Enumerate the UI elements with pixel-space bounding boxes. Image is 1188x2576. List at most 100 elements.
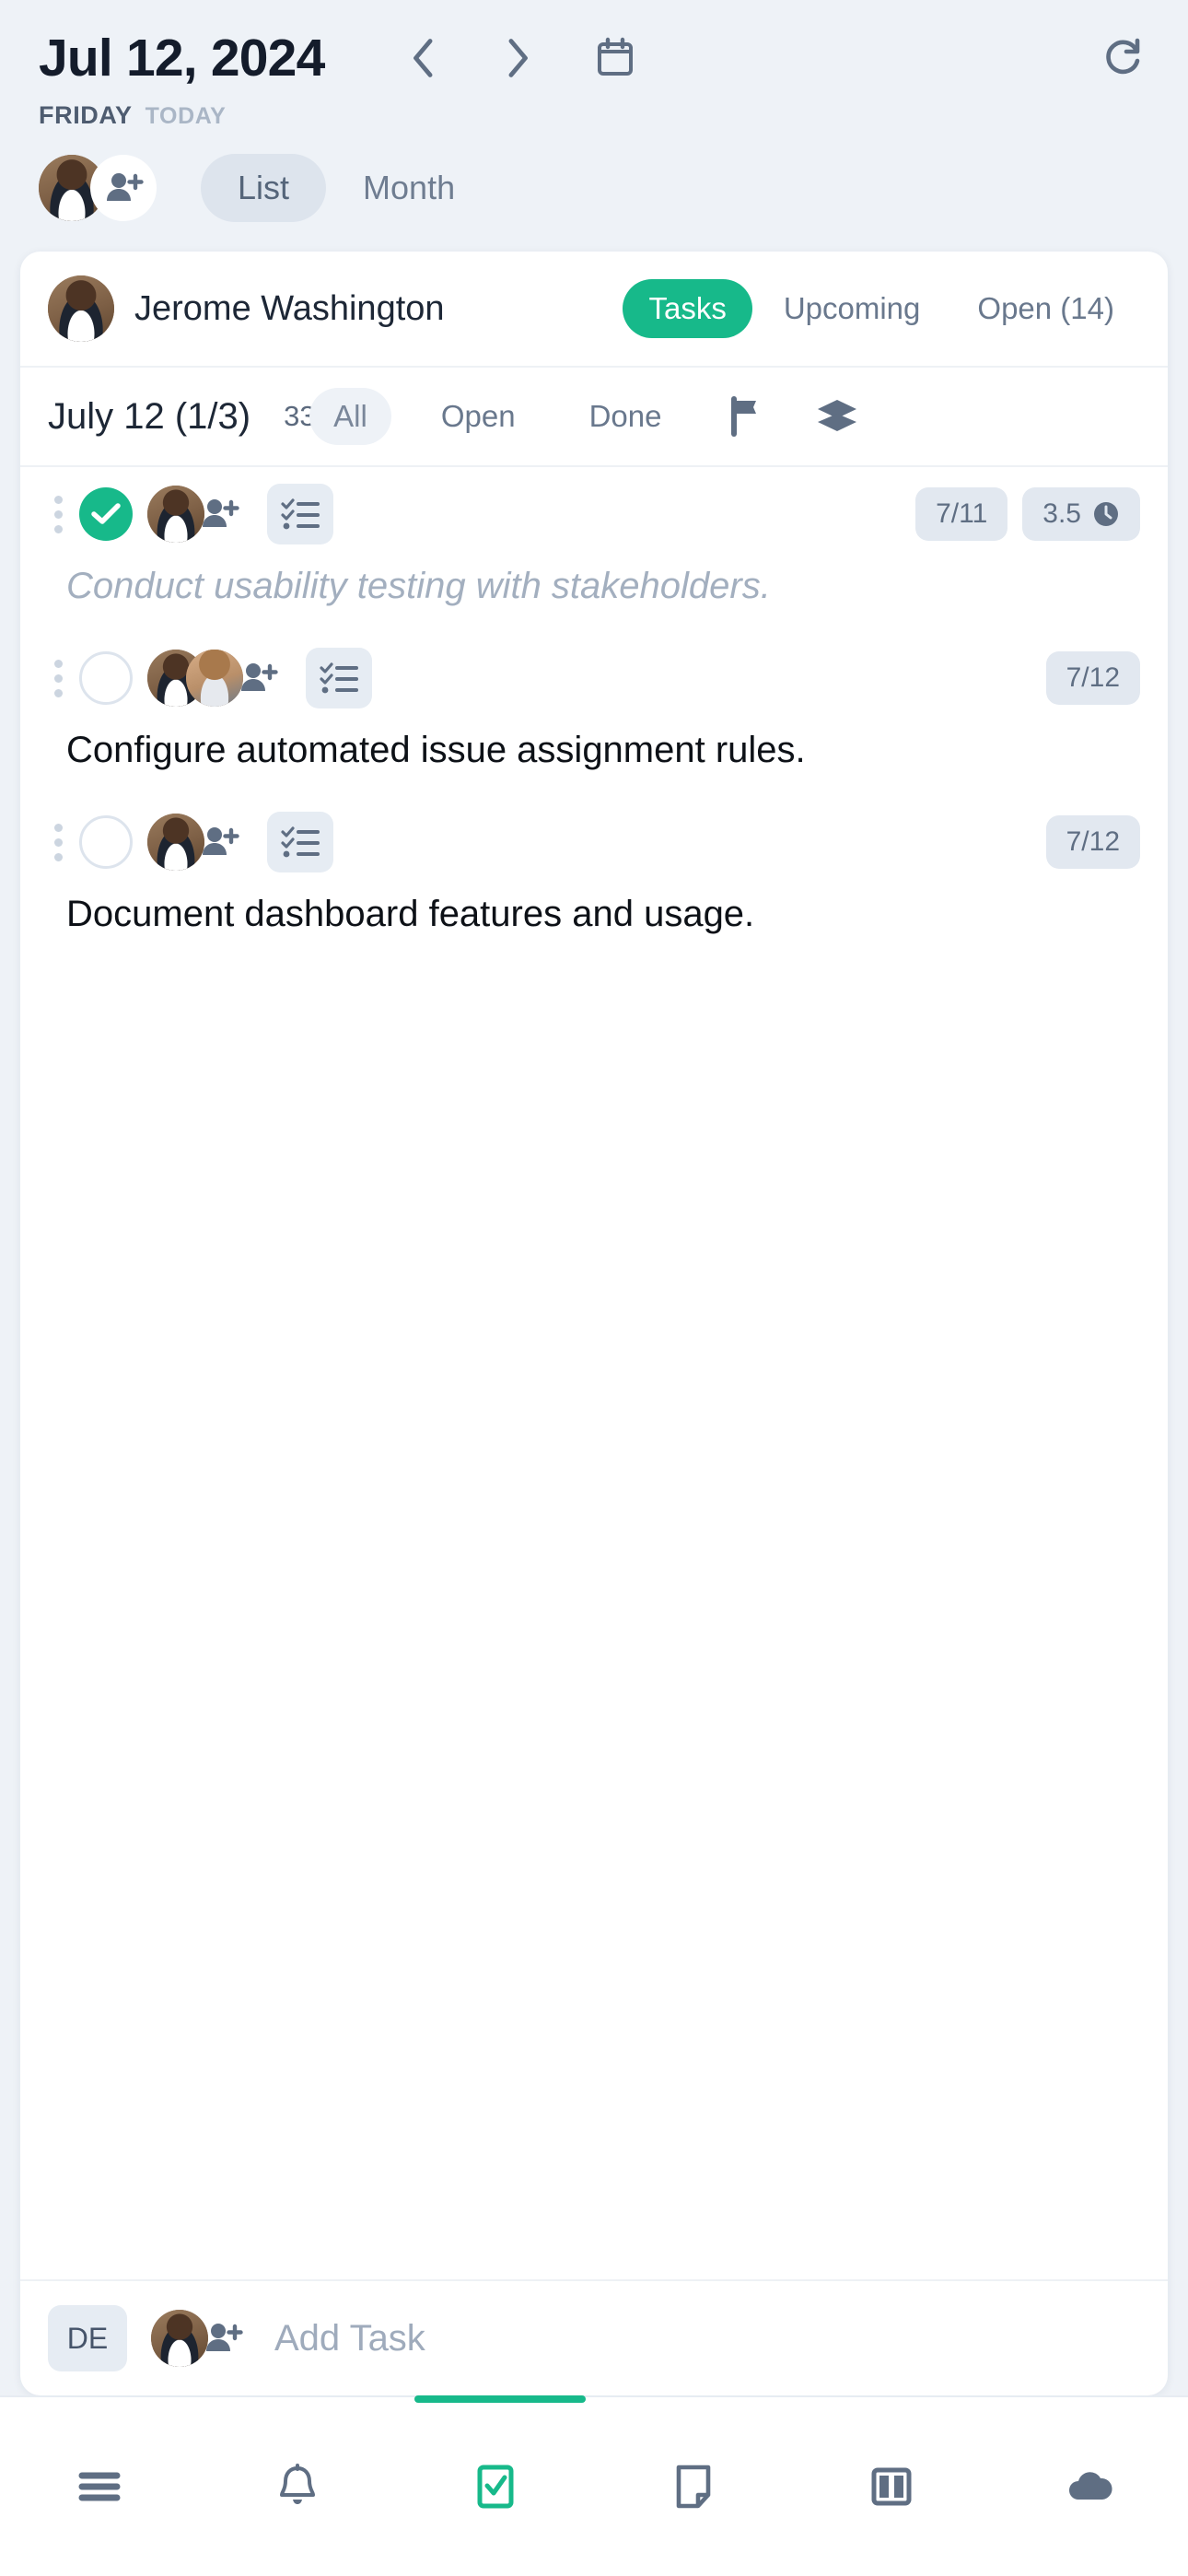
task-checkbox-checked[interactable] bbox=[79, 487, 133, 541]
tab-open-count[interactable]: Open (14) bbox=[951, 279, 1140, 338]
task-checkbox-open[interactable] bbox=[79, 651, 133, 705]
task-date-badge[interactable]: 7/12 bbox=[1045, 815, 1140, 869]
badge-label: 7/12 bbox=[1066, 662, 1120, 693]
task-duration-badge[interactable]: 3.5 bbox=[1022, 487, 1140, 541]
add-task-assignees[interactable] bbox=[151, 2310, 250, 2367]
task-assignees[interactable] bbox=[147, 486, 247, 543]
page-title: Jul 12, 2024 bbox=[39, 29, 325, 88]
checklist-icon bbox=[320, 662, 358, 694]
filter-open[interactable]: Open bbox=[417, 388, 540, 445]
filter-row: July 12 (1/3) 33% All Open Done bbox=[20, 368, 1168, 467]
chevron-left-icon bbox=[413, 39, 433, 77]
task-title[interactable]: Document dashboard features and usage. bbox=[48, 872, 1140, 959]
flag-icon bbox=[731, 396, 757, 437]
header-avatar-cluster[interactable] bbox=[39, 155, 157, 221]
note-icon bbox=[676, 2465, 710, 2509]
drag-handle-icon[interactable] bbox=[48, 823, 68, 861]
top-header: Jul 12, 2024 FRIDAY TODAY List Month bbox=[0, 0, 1188, 222]
badge-label: 3.5 bbox=[1042, 498, 1081, 529]
view-tabs: List Month bbox=[201, 154, 492, 222]
task-checklist-button[interactable] bbox=[267, 812, 333, 872]
task-checklist-button[interactable] bbox=[267, 484, 333, 544]
nav-notifications-button[interactable] bbox=[198, 2397, 396, 2576]
layers-button[interactable] bbox=[812, 392, 862, 441]
prev-day-button[interactable] bbox=[405, 35, 442, 81]
task-title[interactable]: Conduct usability testing with stakehold… bbox=[48, 544, 1140, 631]
filter-all[interactable]: All bbox=[309, 388, 391, 445]
add-task-input[interactable]: Add Task bbox=[274, 2318, 425, 2359]
checklist-icon bbox=[281, 498, 320, 530]
owner-avatar[interactable] bbox=[48, 275, 114, 342]
filter-done[interactable]: Done bbox=[565, 388, 686, 445]
nav-cloud-button[interactable] bbox=[990, 2397, 1188, 2576]
bell-icon bbox=[279, 2464, 315, 2504]
card-header: Jerome Washington Tasks Upcoming Open (1… bbox=[20, 252, 1168, 368]
task-assignees[interactable] bbox=[147, 814, 247, 871]
badge-label: 7/11 bbox=[936, 498, 988, 529]
bottom-navigation bbox=[0, 2395, 1188, 2576]
menu-icon bbox=[78, 2472, 120, 2501]
header-subtitle-row: FRIDAY TODAY bbox=[39, 101, 1149, 130]
drag-handle-icon[interactable] bbox=[48, 659, 68, 697]
owner-name: Jerome Washington bbox=[134, 288, 445, 328]
layers-icon bbox=[818, 400, 857, 431]
calendar-icon bbox=[598, 37, 634, 76]
task-date-badge[interactable]: 7/11 bbox=[915, 487, 1008, 541]
cloud-icon bbox=[1068, 2472, 1112, 2500]
refresh-button[interactable] bbox=[1098, 32, 1149, 84]
task-row-controls: 7/12 bbox=[48, 812, 1140, 872]
header-controls-row: List Month bbox=[39, 154, 1149, 222]
task-row[interactable]: 7/12 Configure automated issue assignmen… bbox=[20, 631, 1168, 795]
task-row[interactable]: 7/12 Document dashboard features and usa… bbox=[20, 795, 1168, 959]
nav-board-button[interactable] bbox=[792, 2397, 990, 2576]
task-checklist-button[interactable] bbox=[306, 648, 372, 708]
task-checkbox-open[interactable] bbox=[79, 815, 133, 869]
task-badges: 7/12 bbox=[1045, 815, 1140, 869]
task-badges: 7/11 3.5 bbox=[915, 487, 1140, 541]
add-person-icon bbox=[107, 173, 144, 201]
day-progress-title: July 12 (1/3) bbox=[48, 395, 251, 437]
next-day-button[interactable] bbox=[499, 35, 536, 81]
task-list-empty-space bbox=[20, 959, 1168, 2279]
card-header-tabs: Tasks Upcoming Open (14) bbox=[623, 279, 1140, 338]
add-person-button[interactable] bbox=[90, 155, 157, 221]
task-title[interactable]: Configure automated issue assignment rul… bbox=[48, 708, 1140, 795]
add-task-project-chip[interactable]: DE bbox=[48, 2305, 127, 2371]
avatar[interactable] bbox=[151, 2310, 208, 2367]
check-icon bbox=[91, 503, 121, 524]
tasks-card: Jerome Washington Tasks Upcoming Open (1… bbox=[20, 252, 1168, 2395]
date-nav-arrows bbox=[405, 35, 536, 81]
tab-tasks[interactable]: Tasks bbox=[623, 279, 752, 338]
active-tab-indicator bbox=[414, 2395, 586, 2403]
app-root: Jul 12, 2024 FRIDAY TODAY List Month Jer… bbox=[0, 0, 1188, 2576]
tab-list[interactable]: List bbox=[201, 154, 327, 222]
avatar[interactable] bbox=[186, 650, 243, 707]
nav-notes-button[interactable] bbox=[594, 2397, 792, 2576]
task-assignees[interactable] bbox=[147, 650, 285, 707]
badge-label: 7/12 bbox=[1066, 826, 1120, 857]
add-task-row[interactable]: DE Add Task bbox=[20, 2279, 1168, 2395]
task-list: 7/11 3.5 Conduct usability testing with … bbox=[20, 467, 1168, 2279]
calendar-button[interactable] bbox=[591, 34, 639, 82]
task-badges: 7/12 bbox=[1045, 651, 1140, 705]
task-row-controls: 7/11 3.5 bbox=[48, 484, 1140, 544]
add-person-icon bbox=[203, 827, 239, 855]
avatar[interactable] bbox=[147, 814, 204, 871]
add-person-icon bbox=[203, 499, 239, 527]
nav-menu-button[interactable] bbox=[0, 2397, 198, 2576]
avatar[interactable] bbox=[147, 486, 204, 543]
tab-upcoming[interactable]: Upcoming bbox=[758, 279, 947, 338]
columns-icon bbox=[871, 2467, 911, 2506]
tab-month[interactable]: Month bbox=[326, 154, 492, 222]
flag-filter-button[interactable] bbox=[720, 392, 770, 441]
checkbox-icon bbox=[477, 2465, 513, 2509]
drag-handle-icon[interactable] bbox=[48, 495, 68, 533]
task-row[interactable]: 7/11 3.5 Conduct usability testing with … bbox=[20, 467, 1168, 631]
task-date-badge[interactable]: 7/12 bbox=[1045, 651, 1140, 705]
nav-tasks-button[interactable] bbox=[396, 2397, 594, 2576]
checklist-icon bbox=[281, 826, 320, 858]
header-date-row: Jul 12, 2024 bbox=[39, 28, 1149, 88]
day-of-week-label: FRIDAY bbox=[39, 101, 133, 129]
chevron-right-icon bbox=[508, 39, 529, 77]
add-person-icon bbox=[206, 2324, 243, 2351]
